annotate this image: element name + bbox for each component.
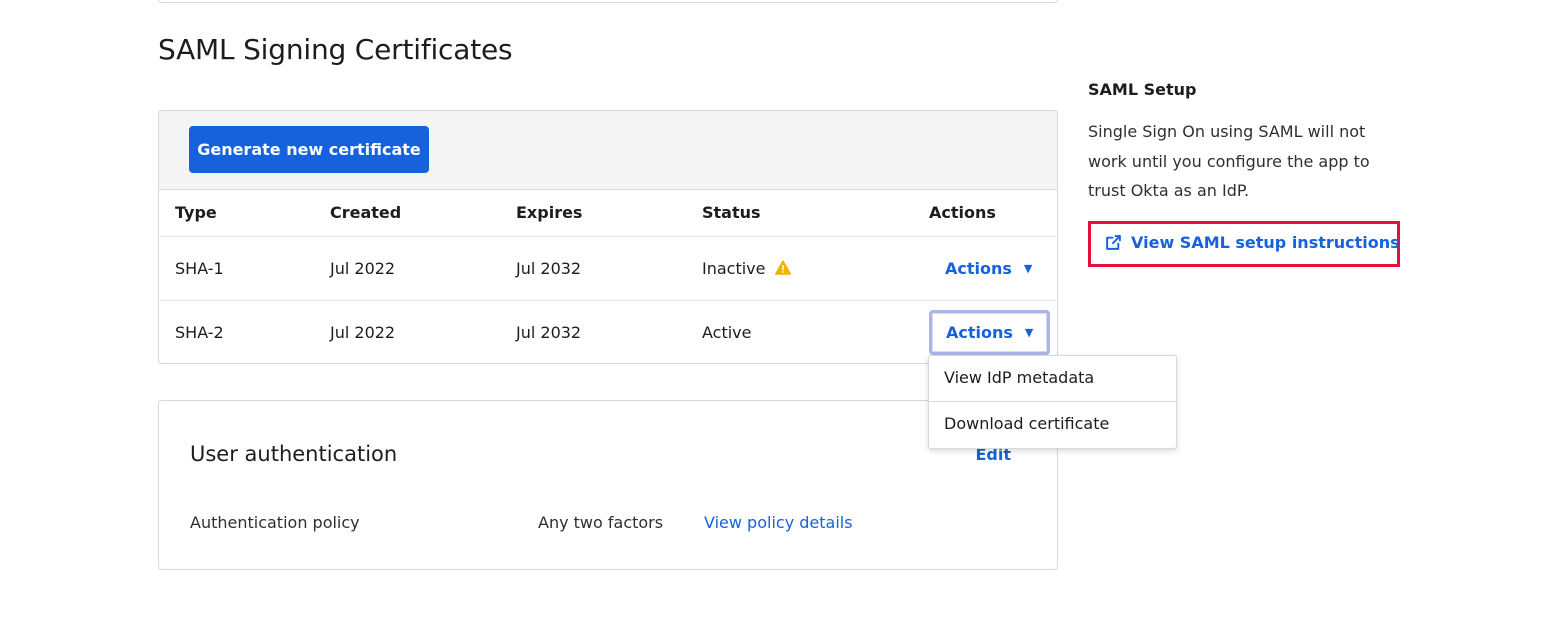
- view-policy-details-link[interactable]: View policy details: [704, 513, 853, 532]
- generate-certificate-button[interactable]: Generate new certificate: [189, 126, 429, 173]
- cert-actions-cell: Actions ▼: [913, 236, 1057, 301]
- table-row: SHA-1 Jul 2022 Jul 2032 Inactive Actions…: [159, 236, 1057, 301]
- actions-label: Actions: [945, 258, 1012, 278]
- column-header-expires: Expires: [500, 190, 686, 237]
- user-authentication-panel: User authentication Edit Authentication …: [158, 400, 1058, 570]
- column-header-type: Type: [159, 190, 314, 237]
- page-title: SAML Signing Certificates: [158, 33, 513, 66]
- section-divider: [158, 0, 1058, 3]
- policy-value: Any two factors: [538, 513, 664, 532]
- actions-dropdown-button[interactable]: Actions ▼: [929, 309, 1051, 355]
- saml-setup-description: Single Sign On using SAML will not work …: [1088, 122, 1370, 200]
- saml-setup-title: SAML Setup: [1088, 80, 1197, 99]
- warning-icon: [774, 259, 791, 275]
- section-title: User authentication: [190, 442, 398, 466]
- certificates-table: Type Created Expires Status Actions SHA-…: [159, 190, 1057, 363]
- external-link-icon: [1106, 235, 1121, 250]
- menu-item-download-certificate[interactable]: Download certificate: [929, 402, 1176, 448]
- table-header-row: Type Created Expires Status Actions: [159, 190, 1057, 237]
- actions-label: Actions: [946, 322, 1013, 342]
- cert-expires: Jul 2032: [500, 236, 686, 301]
- actions-dropdown-menu: View IdP metadata Download certificate: [928, 355, 1177, 449]
- cert-status-cell: Inactive: [686, 236, 913, 301]
- policy-label: Authentication policy: [190, 513, 360, 532]
- highlight-box: View SAML setup instructions: [1088, 221, 1400, 267]
- table-row: SHA-2 Jul 2022 Jul 2032 Active Actions ▼: [159, 300, 1057, 363]
- certificates-panel: Generate new certificate Type Created Ex…: [158, 110, 1058, 364]
- cert-status: Active: [702, 322, 752, 342]
- column-header-created: Created: [314, 190, 500, 237]
- certificates-toolbar: Generate new certificate: [159, 111, 1057, 190]
- cert-created: Jul 2022: [314, 236, 500, 301]
- cert-type: SHA-1: [159, 236, 314, 301]
- actions-dropdown-button[interactable]: Actions ▼: [929, 247, 1048, 290]
- menu-item-view-idp-metadata[interactable]: View IdP metadata: [929, 356, 1176, 402]
- caret-down-icon: ▼: [1024, 325, 1034, 339]
- cert-type: SHA-2: [175, 322, 224, 342]
- setup-link-label: View SAML setup instructions: [1131, 233, 1400, 252]
- cert-created: Jul 2022: [330, 322, 396, 342]
- cert-status: Inactive: [702, 258, 766, 278]
- column-header-status: Status: [686, 190, 913, 237]
- column-header-actions: Actions: [913, 190, 1057, 237]
- view-saml-setup-instructions-link[interactable]: View SAML setup instructions: [1105, 233, 1400, 252]
- cert-expires: Jul 2032: [516, 322, 582, 342]
- caret-down-icon: ▼: [1023, 261, 1033, 275]
